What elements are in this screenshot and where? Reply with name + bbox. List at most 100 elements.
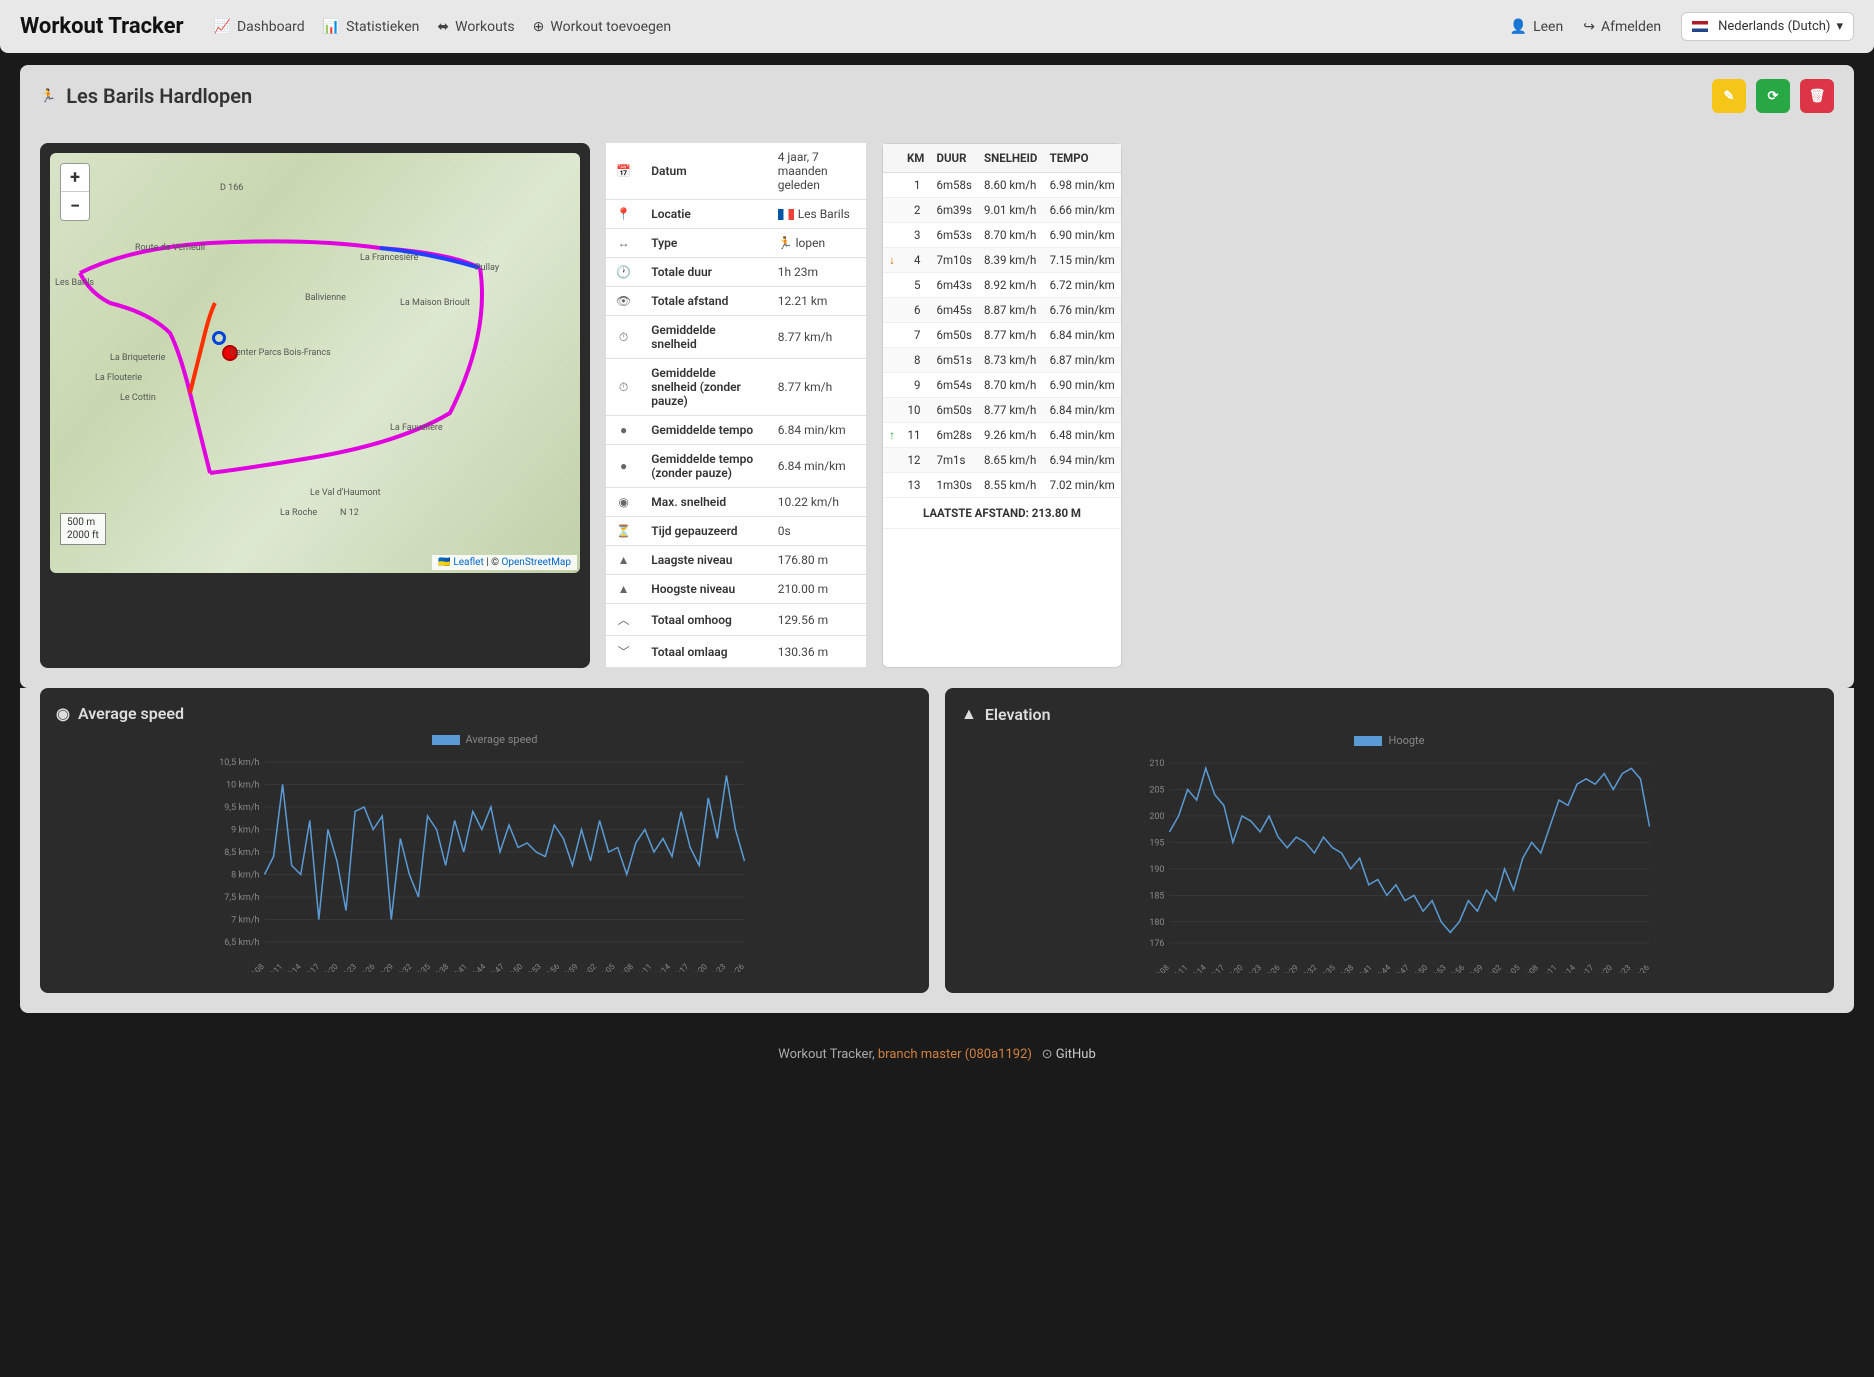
charts-row: ◉ Average speed Average speed 6,5 km/h7 … bbox=[20, 688, 1854, 1013]
svg-text:16:08: 16:08 bbox=[615, 962, 636, 972]
map-label: La Roche bbox=[280, 508, 317, 518]
svg-text:15:29: 15:29 bbox=[375, 962, 395, 972]
svg-text:15:11: 15:11 bbox=[1169, 963, 1189, 973]
refresh-button[interactable]: ⟳ bbox=[1756, 79, 1790, 113]
svg-text:16:11: 16:11 bbox=[1538, 963, 1558, 973]
speed-chart-card: ◉ Average speed Average speed 6,5 km/h7 … bbox=[40, 688, 929, 993]
stats-row: ︿Totaal omhoog129.56 m bbox=[606, 604, 866, 636]
user-menu[interactable]: 👤 Leen bbox=[1510, 19, 1564, 35]
leaflet-link[interactable]: Leaflet bbox=[453, 557, 483, 568]
stats-label: Datum bbox=[641, 143, 767, 200]
brand-title[interactable]: Workout Tracker bbox=[20, 14, 184, 39]
page-footer: Workout Tracker, branch master (080a1192… bbox=[0, 1033, 1874, 1076]
plus-circle-icon: ⊕ bbox=[533, 19, 545, 35]
speed-chart-title: ◉ Average speed bbox=[56, 704, 913, 723]
splits-header: DUUR bbox=[930, 144, 978, 173]
running-icon: 🏃 bbox=[40, 89, 56, 104]
map-label: Les Barils bbox=[55, 278, 94, 288]
map-label: La Maison Brioult bbox=[400, 298, 470, 308]
mountain-icon: ▲ bbox=[961, 704, 977, 724]
stats-value: 130.36 m bbox=[768, 636, 866, 668]
stats-row: 👁Totale afstand12.21 km bbox=[606, 287, 866, 316]
svg-text:200: 200 bbox=[1149, 812, 1164, 822]
nav-workouts[interactable]: ⬌Workouts bbox=[437, 19, 514, 35]
svg-text:15:38: 15:38 bbox=[430, 962, 451, 972]
stats-label: Gemiddelde tempo bbox=[641, 416, 767, 445]
stats-value: 1h 23m bbox=[768, 258, 866, 287]
osm-link[interactable]: OpenStreetMap bbox=[502, 557, 572, 568]
stats-label: Totaal omhoog bbox=[641, 604, 767, 636]
github-link[interactable]: GitHub bbox=[1056, 1047, 1096, 1062]
edit-button[interactable]: ✎ bbox=[1712, 79, 1746, 113]
svg-text:16:20: 16:20 bbox=[1594, 963, 1615, 973]
stats-value: 8.77 km/h bbox=[768, 359, 866, 416]
splits-footer: LAATSTE AFSTAND: 213.80 M bbox=[883, 498, 1121, 529]
stats-row: ↔Type🏃 lopen bbox=[606, 229, 866, 258]
nav-statistieken[interactable]: 📊Statistieken bbox=[323, 19, 420, 35]
svg-text:16:26: 16:26 bbox=[1630, 963, 1651, 973]
svg-text:210: 210 bbox=[1149, 759, 1164, 769]
stats-icon: ⏳ bbox=[606, 517, 641, 546]
chevron-down-icon: ▾ bbox=[1836, 19, 1843, 34]
splits-row: 26m39s9.01 km/h6.66 min/km bbox=[883, 198, 1121, 223]
svg-text:15:35: 15:35 bbox=[1317, 963, 1338, 973]
stats-icon: ︿ bbox=[606, 604, 641, 636]
stats-label: Gemiddelde snelheid (zonder pauze) bbox=[641, 359, 767, 416]
stats-icon: 📍 bbox=[606, 200, 641, 229]
stats-row: ⏱Gemiddelde snelheid (zonder pauze)8.77 … bbox=[606, 359, 866, 416]
svg-text:7 km/h: 7 km/h bbox=[231, 916, 259, 926]
svg-text:7,5 km/h: 7,5 km/h bbox=[224, 893, 259, 903]
stats-icon: ▲ bbox=[606, 546, 641, 575]
svg-text:16:08: 16:08 bbox=[1520, 963, 1541, 973]
svg-text:15:53: 15:53 bbox=[522, 962, 542, 972]
delete-button[interactable]: 🗑 bbox=[1800, 79, 1834, 113]
language-select[interactable]: Nederlands (Dutch) ▾ bbox=[1681, 12, 1854, 41]
map-label: Balivienne bbox=[305, 293, 346, 303]
svg-text:15:59: 15:59 bbox=[1464, 963, 1484, 973]
svg-text:16:23: 16:23 bbox=[707, 962, 727, 972]
stats-value: 12.21 km bbox=[768, 287, 866, 316]
speed-chart[interactable]: 6,5 km/h7 km/h7,5 km/h8 km/h8,5 km/h9 km… bbox=[56, 752, 913, 972]
svg-text:15:23: 15:23 bbox=[1243, 963, 1263, 973]
map-label: N 12 bbox=[340, 508, 359, 518]
logout-link[interactable]: ↪ Afmelden bbox=[1583, 19, 1661, 35]
map-label: Route de Verneuil bbox=[135, 243, 205, 253]
map-attribution: 🇺🇦 Leaflet | © OpenStreetMap bbox=[432, 555, 577, 570]
zoom-out-button[interactable]: − bbox=[61, 192, 89, 220]
svg-text:9 km/h: 9 km/h bbox=[231, 826, 259, 836]
page-header: 🏃 Les Barils Hardlopen ✎ ⟳ 🗑 bbox=[20, 65, 1854, 127]
svg-text:15:56: 15:56 bbox=[541, 962, 562, 972]
splits-row: 96m54s8.70 km/h6.90 min/km bbox=[883, 373, 1121, 398]
stats-value: 176.80 m bbox=[768, 546, 866, 575]
stats-value: 6.84 min/km bbox=[768, 416, 866, 445]
splits-row: 56m43s8.92 km/h6.72 min/km bbox=[883, 273, 1121, 298]
svg-text:16:26: 16:26 bbox=[725, 962, 746, 972]
stats-label: Gemiddelde tempo (zonder pauze) bbox=[641, 445, 767, 488]
splits-row: 76m50s8.77 km/h6.84 min/km bbox=[883, 323, 1121, 348]
svg-text:15:38: 15:38 bbox=[1335, 963, 1356, 973]
branch-link[interactable]: branch master (080a1192) bbox=[878, 1047, 1032, 1062]
stats-value: 6.84 min/km bbox=[768, 445, 866, 488]
stats-label: Tijd gepauzeerd bbox=[641, 517, 767, 546]
elevation-chart[interactable]: 17618018519019520020521015:0815:1115:141… bbox=[961, 753, 1818, 973]
splits-table: KMDUURSNELHEIDTEMPO 16m58s8.60 km/h6.98 … bbox=[883, 144, 1121, 529]
trash-icon: 🗑 bbox=[1809, 89, 1826, 104]
stats-icon: 👁 bbox=[606, 287, 641, 316]
nav-dashboard[interactable]: 📈Dashboard bbox=[214, 19, 305, 35]
route-map[interactable]: D 166Route de VerneuilLa FrancesièrePull… bbox=[50, 153, 580, 573]
svg-text:10,5 km/h: 10,5 km/h bbox=[219, 758, 259, 768]
nav-workout-toevoegen[interactable]: ⊕Workout toevoegen bbox=[533, 19, 671, 35]
zoom-in-button[interactable]: + bbox=[61, 164, 89, 192]
gauge-icon: ◉ bbox=[56, 704, 70, 723]
svg-text:15:32: 15:32 bbox=[393, 962, 414, 972]
svg-text:15:53: 15:53 bbox=[1427, 963, 1447, 973]
stats-table: 📅Datum4 jaar, 7 maanden geleden📍LocatieL… bbox=[606, 143, 866, 668]
stats-row: ﹀Totaal omlaag130.36 m bbox=[606, 636, 866, 668]
svg-text:15:20: 15:20 bbox=[319, 962, 340, 972]
stats-label: Laagste niveau bbox=[641, 546, 767, 575]
stats-label: Locatie bbox=[641, 200, 767, 229]
map-label: D 166 bbox=[220, 183, 243, 193]
splits-row: 106m50s8.77 km/h6.84 min/km bbox=[883, 398, 1121, 423]
svg-text:8 km/h: 8 km/h bbox=[231, 871, 259, 881]
svg-text:9,5 km/h: 9,5 km/h bbox=[224, 803, 259, 813]
